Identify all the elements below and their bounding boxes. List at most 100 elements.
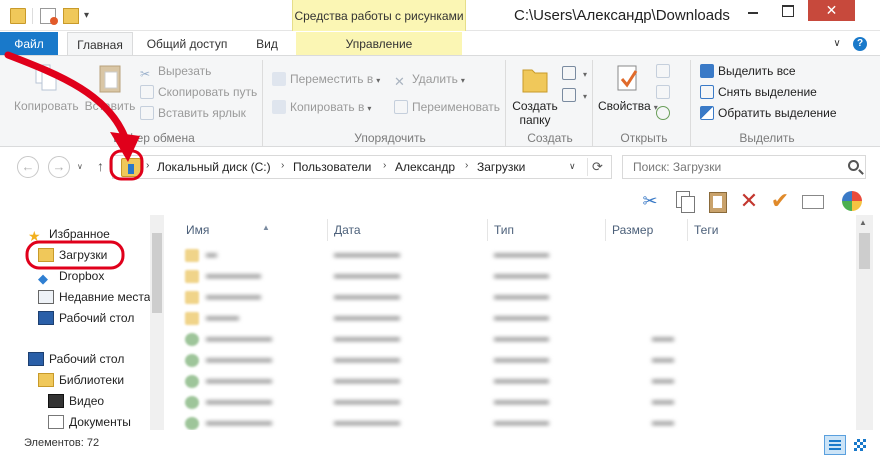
tab-share[interactable]: Общий доступ bbox=[140, 32, 234, 56]
delete-icon[interactable]: ✕ bbox=[737, 189, 761, 213]
list-item[interactable]: ▬▬▬▬▬▬ ▬▬▬▬▬▬ ▬▬▬▬▬ ▬▬ bbox=[182, 393, 842, 413]
column-header-date[interactable]: Дата bbox=[328, 219, 488, 241]
new-item-button[interactable]: ▾ bbox=[562, 64, 587, 82]
scroll-up-arrow[interactable]: ▲ bbox=[859, 218, 867, 227]
cut-button[interactable]: ✂ Вырезать bbox=[140, 62, 212, 81]
nav-item-desktop-favorite[interactable]: Рабочий стол bbox=[38, 308, 134, 328]
back-button[interactable]: ← bbox=[17, 156, 39, 178]
breadcrumb-user[interactable]: Александр bbox=[395, 160, 455, 174]
nav-item-documents[interactable]: Документы bbox=[48, 412, 131, 432]
history-button[interactable] bbox=[656, 104, 674, 122]
select-none-button[interactable]: Снять выделение bbox=[700, 83, 817, 101]
breadcrumb-local-disk[interactable]: Локальный диск (C:) bbox=[157, 160, 271, 174]
nav-item-desktop[interactable]: Рабочий стол bbox=[28, 349, 124, 369]
address-history-dropdown[interactable]: ∨ bbox=[569, 161, 576, 172]
properties-button[interactable]: Свойства ▾ bbox=[598, 62, 658, 113]
new-folder-icon[interactable] bbox=[63, 8, 79, 24]
close-button[interactable]: ✕ bbox=[808, 0, 855, 21]
tab-view[interactable]: Вид bbox=[244, 32, 290, 56]
forward-button[interactable]: → bbox=[48, 156, 70, 178]
invert-selection-button[interactable]: Обратить выделение bbox=[700, 104, 837, 122]
select-all-button[interactable]: Выделить все bbox=[700, 62, 796, 80]
copy-to-button[interactable]: Копировать в ▾ bbox=[272, 98, 371, 116]
column-header-size[interactable]: Размер bbox=[606, 219, 688, 241]
nav-item-libraries[interactable]: Библиотеки bbox=[38, 370, 124, 390]
select-all-icon bbox=[700, 64, 714, 78]
copy-button[interactable]: Копировать bbox=[14, 62, 79, 113]
breadcrumb-users[interactable]: Пользователи bbox=[293, 160, 371, 174]
move-to-button[interactable]: Переместить в ▾ bbox=[272, 70, 380, 88]
list-item[interactable]: ▬▬▬▬▬ ▬▬▬▬▬▬ ▬▬▬▬▬ bbox=[182, 267, 842, 287]
maximize-button[interactable] bbox=[774, 0, 800, 20]
blurred-cell: ▬▬▬▬▬▬ bbox=[206, 416, 272, 428]
rename-icon[interactable] bbox=[800, 189, 824, 213]
checkmark-icon[interactable]: ✔ bbox=[768, 189, 792, 213]
list-item[interactable]: ▬▬▬▬▬▬ ▬▬▬▬▬▬ ▬▬▬▬▬ ▬▬ bbox=[182, 372, 842, 392]
list-item[interactable]: ▬▬▬ ▬▬▬▬▬▬ ▬▬▬▬▬ bbox=[182, 309, 842, 329]
file-list-scrollbar[interactable]: ▲ bbox=[856, 215, 873, 430]
recent-locations-dropdown[interactable]: ∨ bbox=[77, 162, 83, 171]
details-view-button[interactable] bbox=[824, 435, 846, 455]
audio-file-icon bbox=[185, 333, 199, 346]
new-folder-button[interactable]: Создать папку bbox=[508, 62, 562, 127]
column-header-name[interactable]: Имя ▲ bbox=[180, 219, 328, 241]
search-input[interactable] bbox=[623, 156, 843, 178]
audio-file-icon bbox=[185, 417, 199, 430]
select-none-label: Снять выделение bbox=[718, 85, 817, 99]
breadcrumb-downloads[interactable]: Загрузки bbox=[477, 160, 525, 174]
copy-path-button[interactable]: Скопировать путь bbox=[140, 83, 257, 101]
breadcrumb-separator[interactable]: › bbox=[146, 160, 149, 171]
nav-item-favorites[interactable]: ★ Избранное bbox=[28, 224, 110, 244]
navigation-scrollbar[interactable] bbox=[150, 215, 164, 430]
search-box[interactable] bbox=[622, 155, 866, 179]
nav-item-downloads[interactable]: Загрузки bbox=[38, 245, 107, 265]
open-button[interactable] bbox=[656, 62, 674, 80]
properties-icon[interactable] bbox=[40, 8, 58, 25]
color-wheel-icon[interactable] bbox=[840, 189, 864, 213]
paste-shortcut-button[interactable]: Вставить ярлык bbox=[140, 104, 246, 122]
audio-file-icon bbox=[185, 354, 199, 367]
file-list-scrollbar-thumb[interactable] bbox=[859, 233, 870, 269]
easy-access-button[interactable]: ▾ bbox=[562, 86, 587, 104]
tab-home[interactable]: Главная bbox=[67, 32, 133, 56]
tab-manage[interactable]: Управление bbox=[296, 32, 462, 56]
downloads-folder-icon bbox=[121, 158, 141, 177]
qat-customize-dropdown[interactable]: ▾ bbox=[84, 10, 100, 26]
list-item[interactable]: ▬▬▬▬▬ ▬▬▬▬▬▬ ▬▬▬▬▬ bbox=[182, 288, 842, 308]
rename-button[interactable]: Переименовать bbox=[394, 98, 500, 116]
column-name-label: Имя bbox=[186, 223, 210, 237]
address-bar[interactable]: › Локальный диск (C:) › Пользователи › А… bbox=[112, 155, 612, 179]
cut-label: Вырезать bbox=[158, 64, 212, 78]
paste-button[interactable]: Вставить bbox=[84, 62, 136, 113]
nav-item-video[interactable]: Видео bbox=[48, 391, 104, 411]
column-header-type[interactable]: Тип bbox=[488, 219, 606, 241]
quick-actions-toolbar: ✂ ✕ ✔ bbox=[0, 187, 880, 215]
search-icon[interactable] bbox=[848, 160, 859, 171]
refresh-icon[interactable]: ⟳ bbox=[587, 158, 607, 176]
nav-item-dropbox[interactable]: ◆ Dropbox bbox=[38, 266, 104, 286]
folder-icon[interactable] bbox=[10, 8, 26, 24]
ribbon-collapse-icon[interactable]: ∨ bbox=[828, 32, 846, 56]
column-header-tags[interactable]: Теги bbox=[688, 219, 808, 241]
breadcrumb-separator[interactable]: › bbox=[383, 160, 386, 171]
breadcrumb-separator[interactable]: › bbox=[465, 160, 468, 171]
cut-icon[interactable]: ✂ bbox=[638, 189, 662, 213]
list-item[interactable]: ▬ ▬▬▬▬▬▬ ▬▬▬▬▬ bbox=[182, 246, 842, 266]
list-item[interactable]: ▬▬▬▬▬▬ ▬▬▬▬▬▬ ▬▬▬▬▬ ▬▬ bbox=[182, 330, 842, 350]
minimize-button[interactable] bbox=[740, 0, 766, 20]
tab-file[interactable]: Файл bbox=[0, 32, 58, 56]
navigation-pane: ★ Избранное Загрузки ◆ Dropbox Недавние ме… bbox=[0, 215, 165, 430]
help-icon[interactable]: ? bbox=[853, 37, 867, 51]
nav-desktop-label: Рабочий стол bbox=[49, 352, 125, 366]
up-button[interactable]: ↑ bbox=[97, 158, 104, 174]
delete-button[interactable]: ✕ Удалить ▾ bbox=[394, 70, 465, 89]
navigation-scrollbar-thumb[interactable] bbox=[152, 233, 162, 313]
copy-icon[interactable] bbox=[672, 189, 696, 213]
paste-icon[interactable] bbox=[705, 189, 729, 213]
blurred-cell: ▬▬ bbox=[652, 332, 674, 344]
nav-item-recent-places[interactable]: Недавние места bbox=[38, 287, 150, 307]
list-item[interactable]: ▬▬▬▬▬▬ ▬▬▬▬▬▬ ▬▬▬▬▬ ▬▬ bbox=[182, 351, 842, 371]
large-icons-view-button[interactable] bbox=[850, 435, 872, 455]
breadcrumb-separator[interactable]: › bbox=[281, 160, 284, 171]
edit-button[interactable] bbox=[656, 83, 674, 101]
